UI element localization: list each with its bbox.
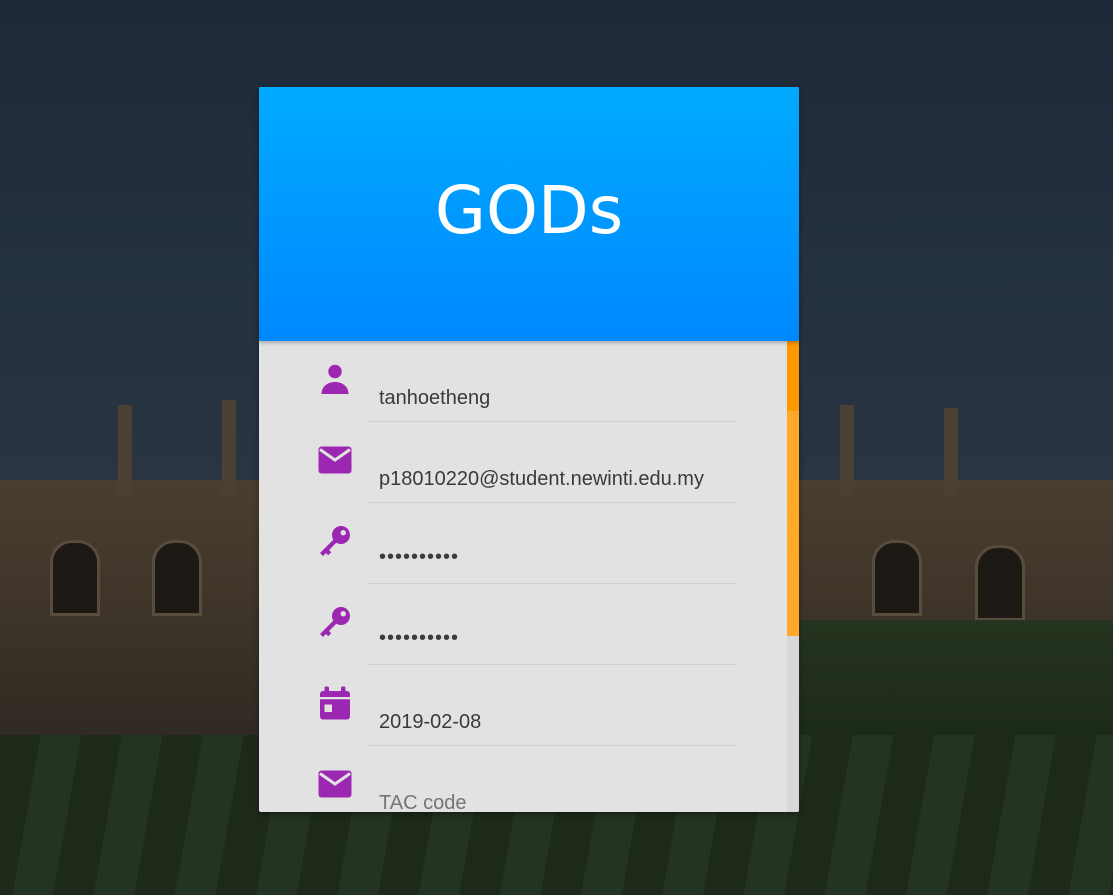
password-value: •••••••••• (379, 546, 460, 568)
key-icon (317, 604, 353, 640)
email-icon (317, 766, 353, 802)
window (872, 540, 922, 616)
window (50, 540, 100, 616)
spire (944, 408, 958, 495)
email-field[interactable]: p18010220@student.newinti.edu.my (368, 456, 736, 503)
register-card: GODs tanhoetheng p18010220@student.newin… (259, 87, 799, 812)
username-value: tanhoetheng (379, 387, 491, 409)
password-row: •••••••••• (259, 503, 799, 584)
email-row: p18010220@student.newinti.edu.my (259, 422, 799, 503)
username-row: tanhoetheng (259, 341, 799, 422)
email-icon (317, 442, 353, 478)
tac-field[interactable] (368, 780, 736, 812)
key-icon (317, 523, 353, 559)
app-title: GODs (434, 172, 624, 249)
birthdate-field[interactable]: 2019-02-08 (368, 699, 736, 746)
card-header: GODs (259, 87, 799, 341)
spire (222, 400, 236, 495)
ivy-wall (800, 620, 1113, 740)
form-body: tanhoetheng p18010220@student.newinti.ed… (259, 341, 799, 812)
calendar-icon (317, 685, 353, 721)
spire (118, 405, 132, 495)
confirm-password-field[interactable]: •••••••••• (368, 618, 736, 665)
scrollbar[interactable] (787, 341, 799, 812)
birthdate-row: 2019-02-08 (259, 665, 799, 746)
window (152, 540, 202, 616)
tac-row (259, 746, 799, 812)
confirm-password-row: •••••••••• (259, 584, 799, 665)
spire (840, 405, 854, 495)
window (975, 545, 1025, 621)
tac-input[interactable] (379, 792, 719, 812)
confirm-password-value: •••••••••• (379, 627, 460, 649)
scrollbar-thumb-highlight (787, 411, 799, 636)
person-icon (317, 361, 353, 397)
birthdate-value: 2019-02-08 (379, 711, 482, 733)
password-field[interactable]: •••••••••• (368, 537, 736, 584)
email-value: p18010220@student.newinti.edu.my (379, 468, 704, 490)
username-field[interactable]: tanhoetheng (368, 375, 736, 422)
